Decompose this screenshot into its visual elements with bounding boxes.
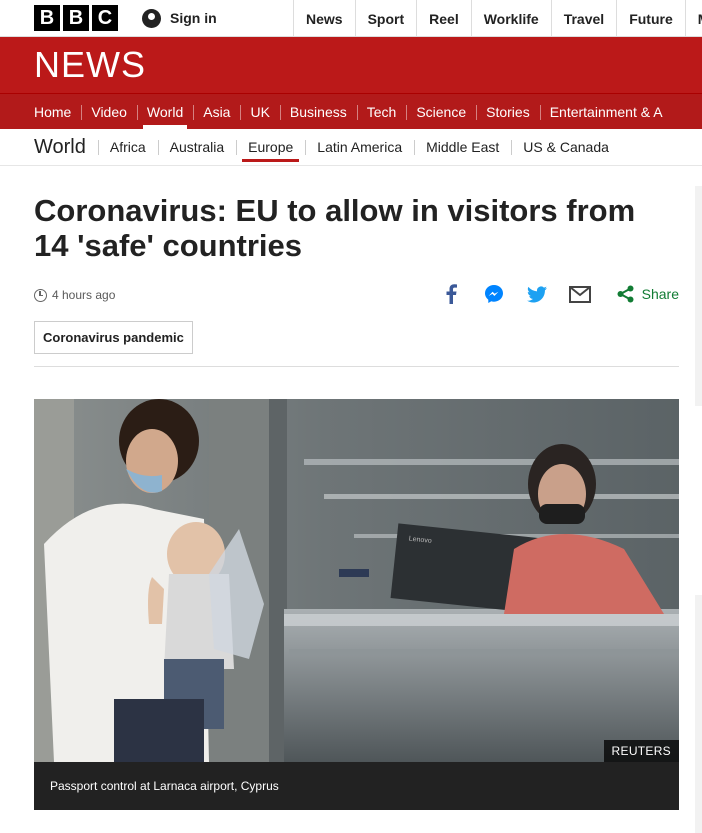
article-photo: Lenovo REUTERS [34, 399, 679, 762]
nav-tech[interactable]: Tech [356, 94, 407, 129]
nav-uk[interactable]: UK [240, 94, 279, 129]
bbc-logo-letter: B [63, 5, 89, 31]
article-headline: Coronavirus: EU to allow in visitors fro… [34, 193, 636, 263]
divider [34, 366, 679, 367]
share-tools: Share [419, 283, 679, 305]
twitter-icon[interactable] [526, 283, 548, 305]
top-nav: News Sport Reel Worklife Travel Future M… [293, 0, 702, 37]
article-figure: Lenovo REUTERS Passport control at Larna… [34, 399, 679, 810]
user-icon [142, 8, 161, 28]
top-nav-travel[interactable]: Travel [550, 0, 616, 37]
bbc-logo[interactable]: B B C [34, 5, 118, 31]
sub-nav-europe[interactable]: Europe [236, 129, 305, 166]
image-credit: REUTERS [603, 740, 679, 762]
nav-science[interactable]: Science [406, 94, 476, 129]
image-caption: Passport control at Larnaca airport, Cyp… [34, 762, 679, 810]
sign-in-link[interactable]: Sign in [142, 0, 217, 37]
bbc-top-bar: B B C Sign in News Sport Reel Worklife T… [0, 0, 702, 37]
topic-tag[interactable]: Coronavirus pandemic [34, 321, 193, 354]
top-nav-news[interactable]: News [293, 0, 355, 37]
clock-icon [34, 288, 47, 302]
article-meta: 4 hours ago Share [34, 283, 679, 305]
nav-business[interactable]: Business [279, 94, 357, 129]
facebook-icon[interactable] [440, 283, 462, 305]
share-label[interactable]: Share [642, 286, 679, 302]
nav-asia[interactable]: Asia [193, 94, 240, 129]
share-icon[interactable] [615, 283, 637, 305]
sign-in-label: Sign in [170, 10, 217, 26]
sub-nav-us-canada[interactable]: US & Canada [511, 129, 621, 166]
news-banner: NEWS [0, 37, 702, 93]
sub-nav-latin-america[interactable]: Latin America [305, 129, 414, 166]
sub-nav-middle-east[interactable]: Middle East [414, 129, 511, 166]
nav-video[interactable]: Video [81, 94, 137, 129]
right-rail-edge [695, 186, 702, 406]
bbc-logo-letter: B [34, 5, 60, 31]
nav-entertainment[interactable]: Entertainment & A [539, 94, 673, 129]
right-rail-edge [695, 595, 702, 833]
messenger-icon[interactable] [483, 283, 505, 305]
bbc-logo-letter: C [92, 5, 118, 31]
nav-home[interactable]: Home [24, 94, 81, 129]
world-sub-nav: World Africa Australia Europe Latin Amer… [0, 129, 702, 166]
top-nav-worklife[interactable]: Worklife [470, 0, 551, 37]
email-icon[interactable] [568, 283, 591, 305]
nav-stories[interactable]: Stories [476, 94, 540, 129]
top-nav-future[interactable]: Future [616, 0, 685, 37]
top-nav-reel[interactable]: Reel [416, 0, 471, 37]
article-timestamp: 4 hours ago [52, 288, 116, 302]
top-nav-sport[interactable]: Sport [354, 0, 417, 37]
sub-nav-section-title[interactable]: World [34, 136, 98, 159]
sub-nav-africa[interactable]: Africa [97, 129, 158, 166]
news-section-nav: Home Video World Asia UK Business Tech S… [0, 93, 702, 129]
news-wordmark[interactable]: NEWS [34, 47, 146, 83]
top-nav-more[interactable]: Mc [684, 0, 702, 37]
sub-nav-australia[interactable]: Australia [157, 129, 236, 166]
nav-world[interactable]: World [136, 94, 193, 129]
